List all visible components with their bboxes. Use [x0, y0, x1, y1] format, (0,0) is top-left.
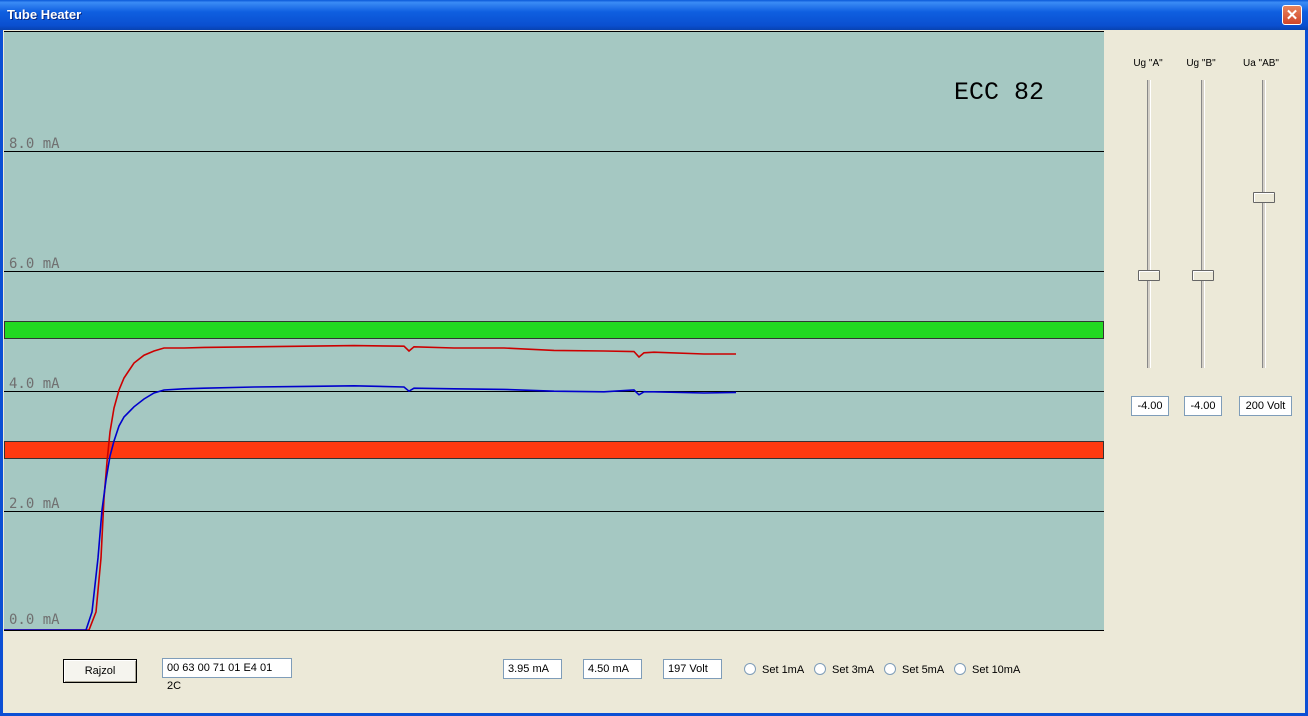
current-curves [4, 344, 737, 630]
hex-data-field[interactable]: 00 63 00 71 01 E4 01 2C [162, 658, 292, 692]
radio-set-5ma[interactable]: Set 5mA [884, 662, 944, 678]
title-bar: Tube Heater ✕ [0, 0, 1308, 30]
slider-track-ug-b[interactable] [1201, 80, 1205, 368]
slider-track-ug-a[interactable] [1147, 80, 1151, 368]
slider-label-ug-b: Ug "B" [1186, 58, 1216, 69]
series-a-line [4, 344, 736, 630]
voltage-readout: 197 Volt [663, 659, 722, 679]
ug-b-value: -4.00 [1184, 396, 1222, 416]
ua-ab-value: 200 Volt [1239, 396, 1292, 416]
radio-set-3ma[interactable]: Set 3mA [814, 662, 874, 678]
radio-circle-icon [954, 663, 966, 676]
slider-track-ua-ab[interactable] [1262, 80, 1266, 368]
radio-circle-icon [814, 663, 826, 676]
close-icon: ✕ [1285, 7, 1299, 24]
radio-set-10ma[interactable]: Set 10mA [954, 662, 1020, 678]
plot-area: 8.0 mA 6.0 mA 4.0 mA 2.0 mA 0.0 mA ECC 8… [4, 31, 1104, 631]
slider-thumb-ua-ab[interactable] [1253, 191, 1275, 203]
window-title: Tube Heater [7, 7, 82, 22]
slider-label-ug-a: Ug "A" [1133, 58, 1163, 69]
window-frame-left [0, 30, 3, 716]
radio-set-1ma[interactable]: Set 1mA [744, 662, 804, 678]
radio-circle-icon [744, 663, 756, 676]
slider-thumb-ug-a[interactable] [1138, 269, 1160, 281]
draw-button[interactable]: Rajzol [63, 659, 137, 683]
ug-a-value: -4.00 [1131, 396, 1169, 416]
close-button[interactable]: ✕ [1282, 5, 1302, 25]
slider-thumb-ug-b[interactable] [1192, 269, 1214, 281]
current-b-readout: 4.50 mA [583, 659, 642, 679]
series-b-line [4, 384, 737, 630]
slider-label-ua-ab: Ua "AB" [1242, 58, 1279, 69]
current-a-readout: 3.95 mA [503, 659, 562, 679]
radio-circle-icon [884, 663, 896, 676]
